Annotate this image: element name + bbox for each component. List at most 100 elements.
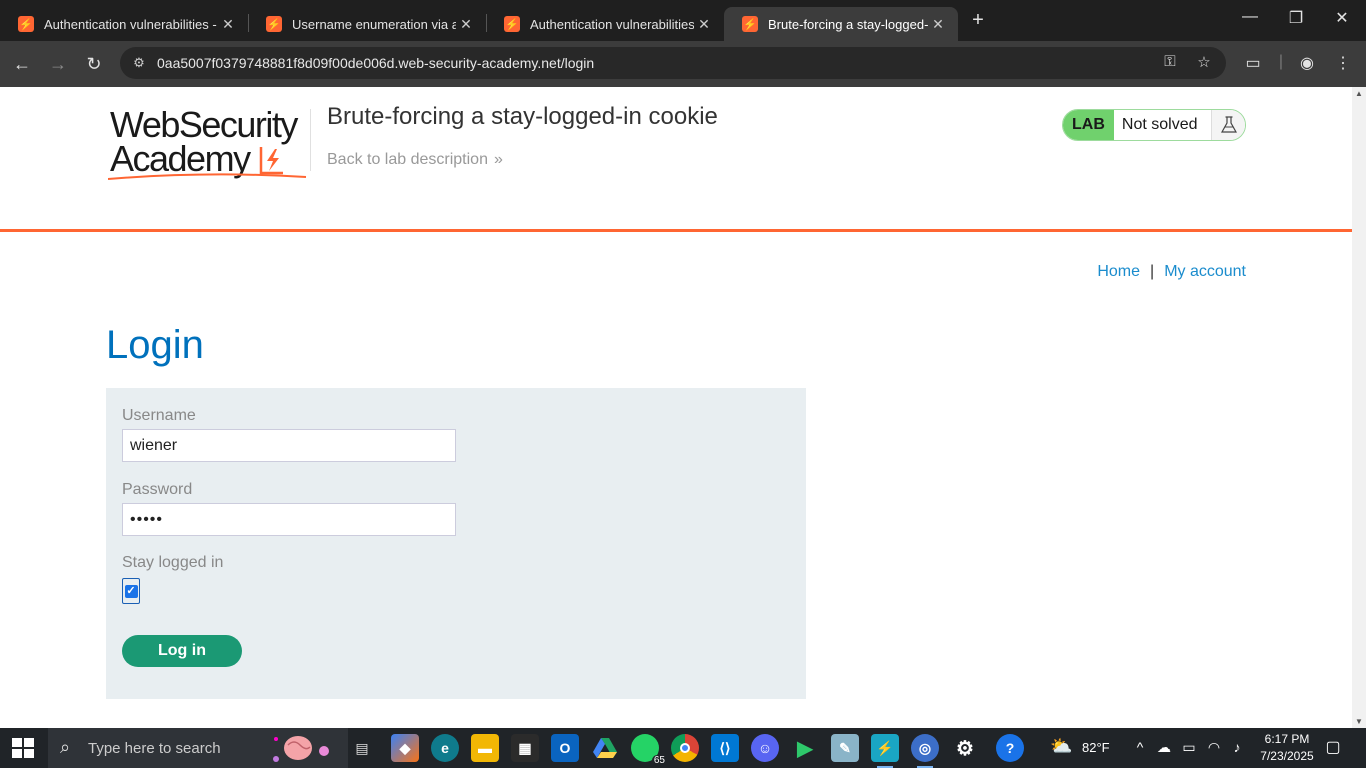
close-icon[interactable]: ✕	[694, 16, 714, 33]
windows-taskbar: ⌕ Type here to search ▤ ◆ e ▬ ▦ O 65 ⟨⟩ …	[0, 728, 1366, 768]
bookmark-star-icon[interactable]: ☆	[1194, 53, 1214, 71]
search-highlight-brain-icon	[273, 736, 329, 762]
copilot-icon[interactable]: ◆	[391, 734, 419, 762]
logo-line2: Academy	[110, 138, 251, 179]
header-divider	[310, 109, 311, 171]
portswigger-favicon-icon: ⚡	[18, 16, 34, 32]
login-form: Username wiener Password ••••• Stay logg…	[106, 388, 806, 699]
notifications-icon[interactable]: ▢	[1324, 737, 1342, 757]
site-settings-icon[interactable]: ⚙	[130, 54, 148, 72]
window-close-icon[interactable]: ✕	[1330, 8, 1354, 28]
scroll-down-arrow-icon[interactable]: ▼	[1354, 717, 1364, 726]
logo-swoosh	[108, 173, 307, 180]
lab-status: Not solved	[1114, 110, 1213, 140]
task-view-icon[interactable]: ▤	[348, 734, 376, 762]
lab-title: Brute-forcing a stay-logged-in cookie	[327, 103, 718, 130]
web-security-academy-logo[interactable]: WebSecurity Academy	[108, 107, 308, 180]
edge-icon[interactable]: e	[431, 734, 459, 762]
page-title: Login	[106, 323, 204, 367]
portswigger-favicon-icon: ⚡	[266, 16, 282, 32]
clock-time[interactable]: 6:17 PM	[1255, 732, 1319, 746]
stay-logged-in-checkbox[interactable]: ✓	[122, 578, 140, 604]
settings-gear-icon[interactable]: ⚙	[951, 734, 979, 762]
new-tab-button[interactable]: +	[968, 10, 988, 30]
whatsapp-icon[interactable]: 65	[631, 734, 667, 766]
microsoft-store-icon[interactable]: ▦	[511, 734, 539, 762]
back-arrow-icon[interactable]: ←	[9, 51, 35, 77]
get-help-icon[interactable]: ?	[996, 734, 1024, 762]
nav-my-account-link[interactable]: My account	[1164, 263, 1246, 280]
back-to-lab-description-link[interactable]: Back to lab description »	[327, 151, 503, 169]
chrome-icon[interactable]	[671, 734, 699, 762]
username-input[interactable]: wiener	[122, 429, 456, 462]
file-explorer-icon[interactable]: ▬	[471, 734, 499, 762]
page-content: WebSecurity Academy Brute-forcing a stay…	[0, 87, 1352, 728]
logo-bolt-icon	[259, 147, 283, 175]
portswigger-favicon-icon: ⚡	[742, 16, 758, 32]
tab-username-enumeration[interactable]: ⚡ Username enumeration via acco ✕	[248, 7, 486, 41]
menu-kebab-icon[interactable]: ⋮	[1332, 53, 1354, 73]
checkmark-icon: ✓	[124, 584, 138, 598]
profile-icon[interactable]: ◉	[1296, 53, 1318, 73]
nav-home-link[interactable]: Home	[1097, 263, 1140, 280]
browser-toolbar: ← → ↻ ⚙ 0aa5007f0379748881f8d09f00de006d…	[0, 41, 1366, 87]
battery-icon[interactable]: ▭	[1180, 739, 1198, 756]
lab-label: LAB	[1063, 110, 1114, 140]
discord-icon[interactable]: ☺	[751, 734, 779, 762]
back-link-label: Back to lab description	[327, 151, 488, 168]
stay-logged-in-label: Stay logged in	[122, 554, 224, 571]
log-in-button[interactable]: Log in	[122, 635, 242, 667]
address-bar[interactable]: ⚙ 0aa5007f0379748881f8d09f00de006d.web-s…	[120, 47, 1226, 79]
portswigger-favicon-icon: ⚡	[504, 16, 520, 32]
taskbar-search-placeholder: Type here to search	[88, 740, 221, 757]
toolbar-divider: |	[1278, 53, 1284, 70]
restore-icon[interactable]: ❐	[1284, 8, 1308, 28]
volume-icon[interactable]: ♪	[1228, 739, 1246, 755]
google-drive-icon[interactable]	[591, 734, 619, 762]
tab-search-icon[interactable]: ▭	[1242, 53, 1264, 73]
nav-separator: |	[1150, 263, 1155, 280]
vscode-icon[interactable]: ⟨⟩	[711, 734, 739, 762]
page-scrollbar[interactable]: ▲ ▼	[1352, 87, 1366, 728]
header-accent-rule	[0, 229, 1352, 232]
password-key-icon[interactable]: ⚿	[1160, 53, 1180, 70]
url-text[interactable]: 0aa5007f0379748881f8d09f00de006d.web-sec…	[157, 55, 594, 71]
burp-suite-icon[interactable]: ⚡	[871, 734, 899, 768]
chevron-up-icon[interactable]: ^	[1131, 739, 1149, 755]
tab-brute-forcing-cookie[interactable]: ⚡ Brute-forcing a stay-logged-in c ✕	[724, 7, 958, 41]
scroll-up-arrow-icon[interactable]: ▲	[1354, 89, 1364, 98]
forward-arrow-icon[interactable]: →	[45, 51, 71, 77]
password-label: Password	[122, 481, 193, 498]
tab-auth-vulns-1[interactable]: ⚡ Authentication vulnerabilities - ✕	[0, 7, 248, 41]
tab-strip: ⚡ Authentication vulnerabilities - ✕ ⚡ U…	[0, 0, 1366, 41]
play-store-icon[interactable]: ▶	[791, 734, 819, 762]
taskbar-search[interactable]: ⌕ Type here to search	[48, 728, 348, 768]
tab-title: Brute-forcing a stay-logged-in c	[768, 16, 928, 32]
weather-icon[interactable]: ⛅	[1050, 736, 1072, 757]
lab-status-widget: LAB Not solved	[1062, 109, 1246, 141]
minimize-icon[interactable]: —	[1238, 8, 1262, 26]
close-icon[interactable]: ✕	[928, 16, 948, 33]
close-icon[interactable]: ✕	[218, 16, 238, 33]
onedrive-cloud-icon[interactable]: ☁	[1155, 739, 1173, 756]
close-icon[interactable]: ✕	[456, 16, 476, 33]
flask-icon	[1212, 110, 1245, 140]
notepad-icon[interactable]: ✎	[831, 734, 859, 762]
clock-date[interactable]: 7/23/2025	[1255, 749, 1319, 763]
reload-icon[interactable]: ↻	[81, 51, 107, 77]
tab-title: Authentication vulnerabilities -	[44, 16, 217, 32]
wifi-icon[interactable]: ◠	[1205, 739, 1223, 756]
search-icon: ⌕	[60, 737, 71, 757]
windows-start-icon[interactable]	[12, 738, 34, 758]
tab-title: Username enumeration via acco	[292, 16, 456, 32]
tab-title: Authentication vulnerabilities -	[530, 16, 694, 32]
password-input[interactable]: •••••	[122, 503, 456, 536]
double-chevron-right-icon: »	[493, 151, 503, 168]
account-nav: Home | My account	[1097, 263, 1246, 281]
username-label: Username	[122, 407, 196, 424]
outlook-icon[interactable]: O	[551, 734, 579, 762]
chrome-active-icon[interactable]: ◎	[911, 734, 939, 768]
tab-auth-vulns-2[interactable]: ⚡ Authentication vulnerabilities - ✕	[486, 7, 724, 41]
whatsapp-badge: 65	[651, 755, 667, 766]
weather-temperature[interactable]: 82°F	[1082, 740, 1110, 755]
